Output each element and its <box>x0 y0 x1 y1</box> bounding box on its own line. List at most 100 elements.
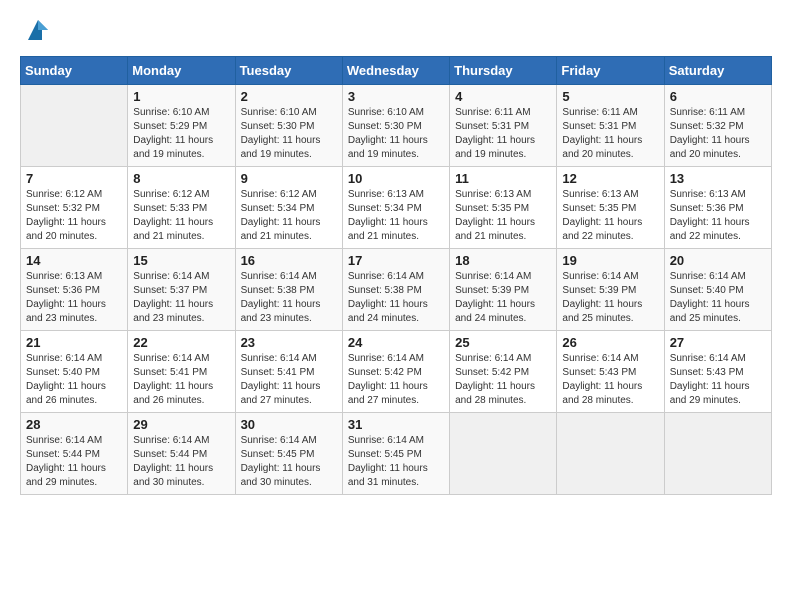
day-number: 21 <box>26 335 122 350</box>
calendar-week-row: 7 Sunrise: 6:12 AM Sunset: 5:32 PM Daylig… <box>21 167 772 249</box>
day-info: Sunrise: 6:12 AM Sunset: 5:32 PM Dayligh… <box>26 188 122 244</box>
header-day: Monday <box>128 57 235 85</box>
day-number: 7 <box>26 171 122 186</box>
day-number: 27 <box>670 335 766 350</box>
calendar-cell <box>21 85 128 167</box>
calendar-cell: 31 Sunrise: 6:14 AM Sunset: 5:45 PM Dayli… <box>342 413 449 495</box>
calendar-cell: 18 Sunrise: 6:14 AM Sunset: 5:39 PM Dayli… <box>450 249 557 331</box>
header-day: Friday <box>557 57 664 85</box>
day-number: 31 <box>348 417 444 432</box>
day-number: 3 <box>348 89 444 104</box>
day-number: 2 <box>241 89 337 104</box>
calendar-cell: 14 Sunrise: 6:13 AM Sunset: 5:36 PM Dayli… <box>21 249 128 331</box>
day-number: 28 <box>26 417 122 432</box>
day-info: Sunrise: 6:14 AM Sunset: 5:37 PM Dayligh… <box>133 270 229 326</box>
day-info: Sunrise: 6:13 AM Sunset: 5:34 PM Dayligh… <box>348 188 444 244</box>
day-number: 8 <box>133 171 229 186</box>
calendar-cell: 22 Sunrise: 6:14 AM Sunset: 5:41 PM Dayli… <box>128 331 235 413</box>
calendar-cell: 6Sunrise: 6:11 AM Sunset: 5:32 PM Daylig… <box>664 85 771 167</box>
day-info: Sunrise: 6:14 AM Sunset: 5:39 PM Dayligh… <box>562 270 658 326</box>
day-number: 11 <box>455 171 551 186</box>
calendar-cell: 27 Sunrise: 6:14 AM Sunset: 5:43 PM Dayli… <box>664 331 771 413</box>
day-info: Sunrise: 6:14 AM Sunset: 5:43 PM Dayligh… <box>670 352 766 408</box>
calendar-cell: 7 Sunrise: 6:12 AM Sunset: 5:32 PM Daylig… <box>21 167 128 249</box>
day-info: Sunrise: 6:14 AM Sunset: 5:45 PM Dayligh… <box>348 434 444 490</box>
day-number: 30 <box>241 417 337 432</box>
calendar-cell: 16Sunrise: 6:14 AM Sunset: 5:38 PM Dayli… <box>235 249 342 331</box>
day-info: Sunrise: 6:14 AM Sunset: 5:44 PM Dayligh… <box>26 434 122 490</box>
day-info: Sunrise: 6:12 AM Sunset: 5:33 PM Dayligh… <box>133 188 229 244</box>
day-number: 22 <box>133 335 229 350</box>
calendar-cell <box>664 413 771 495</box>
calendar-cell: 10Sunrise: 6:13 AM Sunset: 5:34 PM Dayli… <box>342 167 449 249</box>
calendar-cell: 2Sunrise: 6:10 AM Sunset: 5:30 PM Daylig… <box>235 85 342 167</box>
day-number: 20 <box>670 253 766 268</box>
day-info: Sunrise: 6:13 AM Sunset: 5:35 PM Dayligh… <box>455 188 551 244</box>
calendar-cell: 29Sunrise: 6:14 AM Sunset: 5:44 PM Dayli… <box>128 413 235 495</box>
calendar-cell: 25 Sunrise: 6:14 AM Sunset: 5:42 PM Dayli… <box>450 331 557 413</box>
calendar-cell <box>557 413 664 495</box>
day-info: Sunrise: 6:14 AM Sunset: 5:45 PM Dayligh… <box>241 434 337 490</box>
calendar-cell: 11 Sunrise: 6:13 AM Sunset: 5:35 PM Dayli… <box>450 167 557 249</box>
day-number: 4 <box>455 89 551 104</box>
day-number: 9 <box>241 171 337 186</box>
day-number: 16 <box>241 253 337 268</box>
header-day: Saturday <box>664 57 771 85</box>
day-number: 1 <box>133 89 229 104</box>
day-number: 6 <box>670 89 766 104</box>
calendar-week-row: 14 Sunrise: 6:13 AM Sunset: 5:36 PM Dayli… <box>21 249 772 331</box>
calendar-cell <box>450 413 557 495</box>
day-number: 18 <box>455 253 551 268</box>
calendar-header-row: SundayMondayTuesdayWednesdayThursdayFrid… <box>21 57 772 85</box>
calendar-week-row: 21 Sunrise: 6:14 AM Sunset: 5:40 PM Dayli… <box>21 331 772 413</box>
header-day: Thursday <box>450 57 557 85</box>
day-number: 19 <box>562 253 658 268</box>
day-info: Sunrise: 6:10 AM Sunset: 5:29 PM Dayligh… <box>133 106 229 162</box>
day-info: Sunrise: 6:14 AM Sunset: 5:40 PM Dayligh… <box>670 270 766 326</box>
calendar-cell: 30 Sunrise: 6:14 AM Sunset: 5:45 PM Dayli… <box>235 413 342 495</box>
day-info: Sunrise: 6:14 AM Sunset: 5:42 PM Dayligh… <box>348 352 444 408</box>
day-info: Sunrise: 6:11 AM Sunset: 5:31 PM Dayligh… <box>455 106 551 162</box>
calendar-cell: 5 Sunrise: 6:11 AM Sunset: 5:31 PM Daylig… <box>557 85 664 167</box>
day-info: Sunrise: 6:14 AM Sunset: 5:39 PM Dayligh… <box>455 270 551 326</box>
page: SundayMondayTuesdayWednesdayThursdayFrid… <box>0 0 792 612</box>
day-number: 5 <box>562 89 658 104</box>
day-info: Sunrise: 6:14 AM Sunset: 5:41 PM Dayligh… <box>241 352 337 408</box>
day-info: Sunrise: 6:13 AM Sunset: 5:36 PM Dayligh… <box>26 270 122 326</box>
day-info: Sunrise: 6:13 AM Sunset: 5:36 PM Dayligh… <box>670 188 766 244</box>
calendar-cell: 15Sunrise: 6:14 AM Sunset: 5:37 PM Dayli… <box>128 249 235 331</box>
logo <box>20 16 52 44</box>
calendar-cell: 28 Sunrise: 6:14 AM Sunset: 5:44 PM Dayli… <box>21 413 128 495</box>
calendar-cell: 12 Sunrise: 6:13 AM Sunset: 5:35 PM Dayli… <box>557 167 664 249</box>
day-number: 17 <box>348 253 444 268</box>
logo-icon <box>24 16 52 44</box>
day-info: Sunrise: 6:14 AM Sunset: 5:38 PM Dayligh… <box>348 270 444 326</box>
calendar-cell: 9Sunrise: 6:12 AM Sunset: 5:34 PM Daylig… <box>235 167 342 249</box>
day-info: Sunrise: 6:14 AM Sunset: 5:40 PM Dayligh… <box>26 352 122 408</box>
header-day: Sunday <box>21 57 128 85</box>
calendar-cell: 21 Sunrise: 6:14 AM Sunset: 5:40 PM Dayli… <box>21 331 128 413</box>
day-number: 23 <box>241 335 337 350</box>
calendar-cell: 20 Sunrise: 6:14 AM Sunset: 5:40 PM Dayli… <box>664 249 771 331</box>
calendar-cell: 4 Sunrise: 6:11 AM Sunset: 5:31 PM Daylig… <box>450 85 557 167</box>
day-number: 26 <box>562 335 658 350</box>
calendar-cell: 19 Sunrise: 6:14 AM Sunset: 5:39 PM Dayli… <box>557 249 664 331</box>
day-info: Sunrise: 6:11 AM Sunset: 5:31 PM Dayligh… <box>562 106 658 162</box>
calendar-cell: 1 Sunrise: 6:10 AM Sunset: 5:29 PM Daylig… <box>128 85 235 167</box>
day-number: 25 <box>455 335 551 350</box>
calendar-cell: 24Sunrise: 6:14 AM Sunset: 5:42 PM Dayli… <box>342 331 449 413</box>
day-info: Sunrise: 6:14 AM Sunset: 5:41 PM Dayligh… <box>133 352 229 408</box>
day-number: 13 <box>670 171 766 186</box>
calendar-cell: 17 Sunrise: 6:14 AM Sunset: 5:38 PM Dayli… <box>342 249 449 331</box>
calendar-cell: 3Sunrise: 6:10 AM Sunset: 5:30 PM Daylig… <box>342 85 449 167</box>
calendar-week-row: 1 Sunrise: 6:10 AM Sunset: 5:29 PM Daylig… <box>21 85 772 167</box>
day-info: Sunrise: 6:13 AM Sunset: 5:35 PM Dayligh… <box>562 188 658 244</box>
calendar-week-row: 28 Sunrise: 6:14 AM Sunset: 5:44 PM Dayli… <box>21 413 772 495</box>
header-day: Wednesday <box>342 57 449 85</box>
day-info: Sunrise: 6:14 AM Sunset: 5:43 PM Dayligh… <box>562 352 658 408</box>
day-number: 12 <box>562 171 658 186</box>
header-day: Tuesday <box>235 57 342 85</box>
day-info: Sunrise: 6:14 AM Sunset: 5:42 PM Dayligh… <box>455 352 551 408</box>
day-number: 14 <box>26 253 122 268</box>
calendar-table: SundayMondayTuesdayWednesdayThursdayFrid… <box>20 56 772 495</box>
